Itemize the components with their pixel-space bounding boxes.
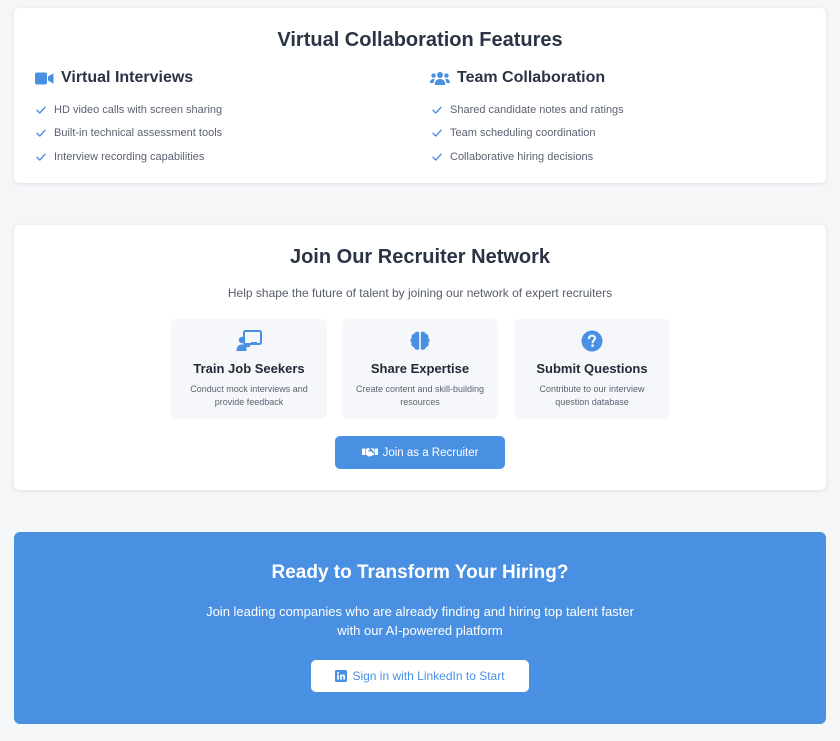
video-camera-icon: [34, 70, 54, 86]
feature-item-text: Built-in technical assessment tools: [54, 127, 223, 140]
check-icon: [431, 104, 443, 116]
feature-item: Interview recording capabilities: [34, 145, 222, 169]
tile-share-expertise: Share Expertise Create content and skill…: [342, 319, 498, 419]
check-icon: [35, 151, 47, 163]
linkedin-icon: [335, 670, 348, 682]
tile-title: Share Expertise: [370, 361, 470, 376]
cta-text: Join leading companies who are already f…: [206, 604, 634, 638]
tile-description: Conduct mock interviews and provide feed…: [190, 384, 308, 407]
join-as-recruiter-button[interactable]: Join as a Recruiter: [335, 436, 505, 469]
tile-description: Create content and skill-building resour…: [355, 384, 485, 407]
linkedin-signin-button[interactable]: Sign in with LinkedIn to Start: [311, 660, 529, 692]
join-button-label: Join as a Recruiter: [382, 446, 479, 459]
check-icon: [35, 127, 47, 139]
question-circle-icon: [514, 330, 670, 352]
feature-item-text: Shared candidate notes and ratings: [450, 103, 624, 116]
recruiter-title: Join Our Recruiter Network: [289, 246, 551, 268]
tile-description: Contribute to our interview question dat…: [539, 384, 645, 407]
tile-title: Train Job Seekers: [193, 361, 305, 376]
check-icon: [35, 104, 47, 116]
tile-title: Submit Questions: [536, 361, 648, 376]
features-title: Virtual Collaboration Features: [277, 29, 563, 51]
chalkboard-teacher-icon: [171, 330, 327, 352]
feature-item: Shared candidate notes and ratings: [430, 98, 624, 122]
tile-submit-questions: Submit Questions Contribute to our inter…: [514, 319, 670, 419]
check-icon: [431, 151, 443, 163]
brain-icon: [342, 330, 498, 352]
check-icon: [431, 127, 443, 139]
feature-item: HD video calls with screen sharing: [34, 98, 222, 122]
feature-item: Built-in technical assessment tools: [34, 122, 222, 146]
feature-heading: Team Collaboration: [457, 69, 606, 86]
feature-item-text: Interview recording capabilities: [54, 150, 205, 163]
recruiter-network-card: Join Our Recruiter Network Help shape th…: [14, 225, 826, 490]
linkedin-button-label: Sign in with LinkedIn to Start: [352, 669, 505, 683]
feature-item-text: Collaborative hiring decisions: [450, 150, 594, 163]
feature-column-virtual-interviews: Virtual Interviews HD video calls with s…: [34, 68, 222, 169]
feature-item-text: Team scheduling coordination: [450, 127, 596, 140]
feature-column-team-collaboration: Team Collaboration Shared candidate note…: [430, 68, 624, 169]
users-icon: [430, 70, 450, 86]
recruiter-subtitle: Help shape the future of talent by joini…: [227, 286, 613, 300]
cta-banner: Ready to Transform Your Hiring? Join lea…: [14, 532, 826, 724]
handshake-icon: [361, 447, 378, 458]
feature-item: Collaborative hiring decisions: [430, 145, 624, 169]
cta-title: Ready to Transform Your Hiring?: [271, 562, 569, 583]
features-card: Virtual Collaboration Features Virtual I…: [14, 8, 826, 183]
feature-item: Team scheduling coordination: [430, 122, 624, 146]
tile-train-job-seekers: Train Job Seekers Conduct mock interview…: [171, 319, 327, 419]
feature-heading: Virtual Interviews: [61, 69, 194, 86]
feature-item-text: HD video calls with screen sharing: [54, 103, 223, 116]
